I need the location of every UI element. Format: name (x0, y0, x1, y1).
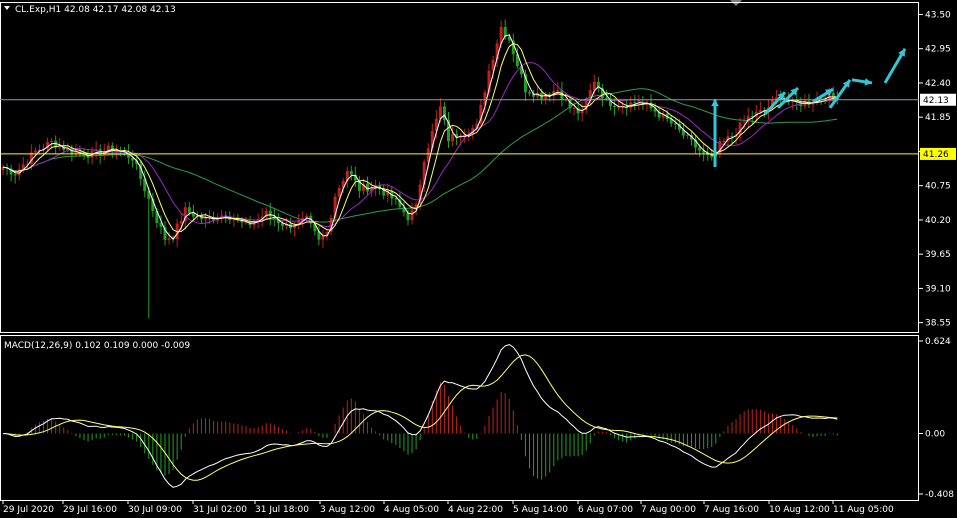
candle-body (451, 134, 455, 142)
candle-body (33, 150, 37, 153)
candle-body (321, 235, 325, 240)
time-tick-label: 30 Jul 09:00 (128, 505, 182, 515)
candle-body (722, 140, 726, 142)
price-tick-label: 39.65 (925, 250, 951, 260)
candle-body (592, 81, 596, 91)
candle-body (187, 207, 191, 213)
candle-body (438, 106, 442, 119)
trading-chart[interactable]: CL.Exp,H1 42.08 42.17 42.08 42.13 MACD(1… (0, 0, 957, 518)
candle-body (337, 187, 341, 197)
time-tick-label: 3 Aug 12:00 (320, 505, 375, 515)
candle-body (179, 221, 183, 224)
price-tick-label: 42.40 (925, 79, 951, 89)
macd-tick-label: 0.00 (925, 430, 945, 440)
price-panel[interactable] (0, 2, 919, 333)
candle-body (349, 171, 353, 175)
candle-body (758, 110, 762, 112)
time-tick-label: 7 Aug 16:00 (704, 505, 759, 515)
candle-body (572, 107, 576, 109)
symbol-header: CL.Exp,H1 42.08 42.17 42.08 42.13 (15, 5, 176, 15)
price-tick-label: 42.95 (925, 45, 951, 55)
time-tick-label: 31 Jul 02:00 (193, 505, 247, 515)
candle-body (742, 121, 746, 123)
time-tick-label: 29 Jul 16:00 (63, 505, 117, 515)
projection-arrows (711, 47, 907, 167)
candle-body (613, 106, 617, 108)
time-tick-label: 4 Aug 22:00 (448, 505, 503, 515)
price-tick-label: 40.20 (925, 216, 951, 226)
macd-panel[interactable] (0, 335, 919, 501)
price-tick-label: 41.85 (925, 113, 951, 123)
support-price-label: 41.26 (923, 150, 949, 160)
candle-body (528, 92, 531, 94)
time-tick-label: 11 Aug 05:00 (833, 505, 894, 515)
candle-body (13, 174, 17, 176)
macd-tick-label: -0.408 (925, 490, 954, 500)
time-tick-label: 29 Jul 2020 (3, 505, 54, 515)
time-tick-label: 5 Aug 14:00 (513, 505, 568, 515)
time-tick-label: 31 Jul 18:00 (255, 505, 309, 515)
macd-signal-line (2, 354, 838, 481)
price-tick-label: 43.50 (925, 10, 951, 20)
price-tick-label: 38.55 (925, 319, 951, 329)
candle-body (698, 147, 702, 151)
candle-body (633, 102, 637, 104)
macd-tick-label: 0.624 (925, 337, 951, 347)
time-tick-label: 10 Aug 12:00 (769, 505, 830, 515)
candle-body (410, 209, 414, 221)
candle-body (268, 210, 272, 217)
candle-body (556, 89, 560, 91)
time-tick-label: 7 Aug 00:00 (641, 505, 696, 515)
time-tick-label: 6 Aug 07:00 (578, 505, 633, 515)
candle-body (685, 134, 689, 136)
time-axis: 29 Jul 2020 29 Jul 16:00 30 Jul 09:00 31 Ju… (2, 500, 894, 515)
macd-header: MACD(12,26,9) 0.102 0.109 0.000 -0.009 (4, 341, 190, 351)
price-tick-label: 39.10 (925, 284, 951, 294)
time-tick-label: 4 Aug 05:00 (384, 505, 439, 515)
candle-body (167, 238, 171, 240)
macd-line (2, 344, 838, 488)
dropdown-triangle-icon[interactable] (4, 6, 10, 10)
current-price-label: 42.13 (923, 96, 949, 106)
candle-body (604, 98, 608, 100)
candle-body (394, 198, 398, 200)
candle-body (50, 140, 54, 142)
price-tick-label: 40.75 (925, 182, 951, 192)
price-axis: 43.5042.9542.4041.8541.3040.7540.2039.65… (919, 10, 956, 500)
price-panel-border (0, 2, 919, 333)
